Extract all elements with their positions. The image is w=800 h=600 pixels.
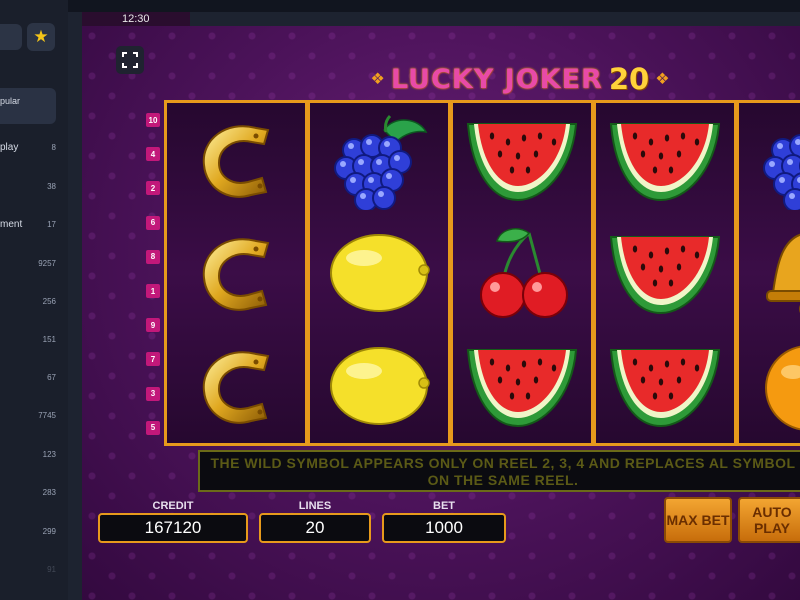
lemon-icon xyxy=(310,216,448,329)
sidebar-item-label: play xyxy=(0,142,19,153)
reel xyxy=(739,103,800,443)
sidebar-item[interactable]: 256 xyxy=(0,296,60,310)
credit-label: CREDIT xyxy=(152,500,194,512)
star-icon: ★ xyxy=(33,27,49,46)
sidebar-item-count: 7745 xyxy=(38,411,56,420)
sidebar-item[interactable]: 91 xyxy=(0,564,60,578)
game-area: ❖ LUCKY JOKER 20 ❖ 10 4 2 6 8 1 9 7 3 5 xyxy=(82,26,800,600)
sidebar-item[interactable]: 38 xyxy=(0,181,60,195)
sidebar-item-count: 9257 xyxy=(38,259,56,268)
reel xyxy=(167,103,305,443)
lines-label: LINES xyxy=(298,500,332,512)
game-title: ❖ LUCKY JOKER 20 ❖ xyxy=(330,62,710,96)
payline-marker: 4 xyxy=(146,147,160,162)
info-message: THE WILD SYMBOL APPEARS ONLY ON REEL 2, … xyxy=(198,450,800,492)
game-title-text: LUCKY JOKER xyxy=(390,63,603,95)
payline-marker: 3 xyxy=(146,386,160,401)
sidebar-item-count: 151 xyxy=(42,335,56,344)
top-bar xyxy=(68,0,800,12)
watermelon-icon xyxy=(453,329,591,442)
horseshoe-icon xyxy=(167,329,305,442)
cherry-icon xyxy=(453,216,591,329)
payline-marker: 8 xyxy=(146,249,160,264)
payline-marker: 6 xyxy=(146,215,160,230)
reels-frame xyxy=(164,100,800,446)
search-button[interactable] xyxy=(0,24,22,50)
sidebar-item-label: ment xyxy=(0,219,23,230)
sidebar-item-count: 256 xyxy=(42,297,56,306)
sidebar-item-count: 67 xyxy=(47,373,56,382)
sidebar-item-count: 17 xyxy=(47,220,56,229)
reel xyxy=(310,103,448,443)
max-bet-button[interactable]: MAX BET xyxy=(664,497,732,543)
fullscreen-icon xyxy=(122,52,138,68)
payline-marker: 2 xyxy=(146,181,160,196)
lines-value[interactable]: 20 xyxy=(259,513,371,543)
sidebar-item-count: 299 xyxy=(42,527,56,536)
payline-marker: 10 xyxy=(146,113,160,127)
orange-icon xyxy=(739,329,800,442)
sidebar-item-count: 123 xyxy=(42,450,56,459)
sidebar-item-count: 8 xyxy=(51,143,56,152)
payline-marker: 1 xyxy=(146,284,160,298)
grapes-icon xyxy=(310,103,448,216)
watermelon-icon xyxy=(596,216,734,329)
status-time: 12:30 xyxy=(82,12,190,26)
sidebar-item[interactable]: play 8 xyxy=(0,142,60,156)
sidebar: ★ pular play 8 38 ment 17 9257 256 151 67 7745 123… xyxy=(0,0,68,600)
lemon-icon xyxy=(310,329,448,442)
horseshoe-icon xyxy=(167,103,305,216)
favorites-button[interactable]: ★ xyxy=(27,23,55,51)
ornament-right-icon: ❖ xyxy=(655,71,670,88)
sidebar-item[interactable]: 283 xyxy=(0,487,60,501)
credit-value: 167120 xyxy=(98,513,248,543)
sidebar-item-label: pular xyxy=(0,96,21,106)
sidebar-item-popular[interactable]: pular xyxy=(0,88,56,124)
auto-play-button[interactable]: AUTO PLAY xyxy=(738,497,800,543)
game-title-number: 20 xyxy=(608,62,650,96)
sidebar-item-count: 283 xyxy=(42,488,56,497)
watermelon-icon xyxy=(453,103,591,216)
sidebar-item-count: 38 xyxy=(47,182,56,191)
sidebar-item[interactable]: ment 17 xyxy=(0,219,60,233)
bet-value[interactable]: 1000 xyxy=(382,513,506,543)
fullscreen-button[interactable] xyxy=(116,46,144,74)
grapes-icon xyxy=(739,103,800,216)
bell-icon xyxy=(739,216,800,329)
sidebar-item[interactable]: 9257 xyxy=(0,258,60,272)
sidebar-item[interactable]: 7745 xyxy=(0,410,60,424)
horseshoe-icon xyxy=(167,216,305,329)
sidebar-item[interactable]: 123 xyxy=(0,449,60,463)
sidebar-item-count: 91 xyxy=(47,565,56,574)
payline-marker: 9 xyxy=(146,318,160,333)
bet-label: BET xyxy=(433,500,455,512)
reel xyxy=(596,103,734,443)
sidebar-item[interactable]: 67 xyxy=(0,372,60,386)
watermelon-icon xyxy=(596,329,734,442)
sidebar-item[interactable]: 151 xyxy=(0,334,60,348)
payline-marker: 5 xyxy=(146,420,160,435)
sidebar-item[interactable]: 299 xyxy=(0,526,60,540)
reel xyxy=(453,103,591,443)
watermelon-icon xyxy=(596,103,734,216)
payline-marker: 7 xyxy=(146,352,160,367)
ornament-left-icon: ❖ xyxy=(370,71,385,88)
